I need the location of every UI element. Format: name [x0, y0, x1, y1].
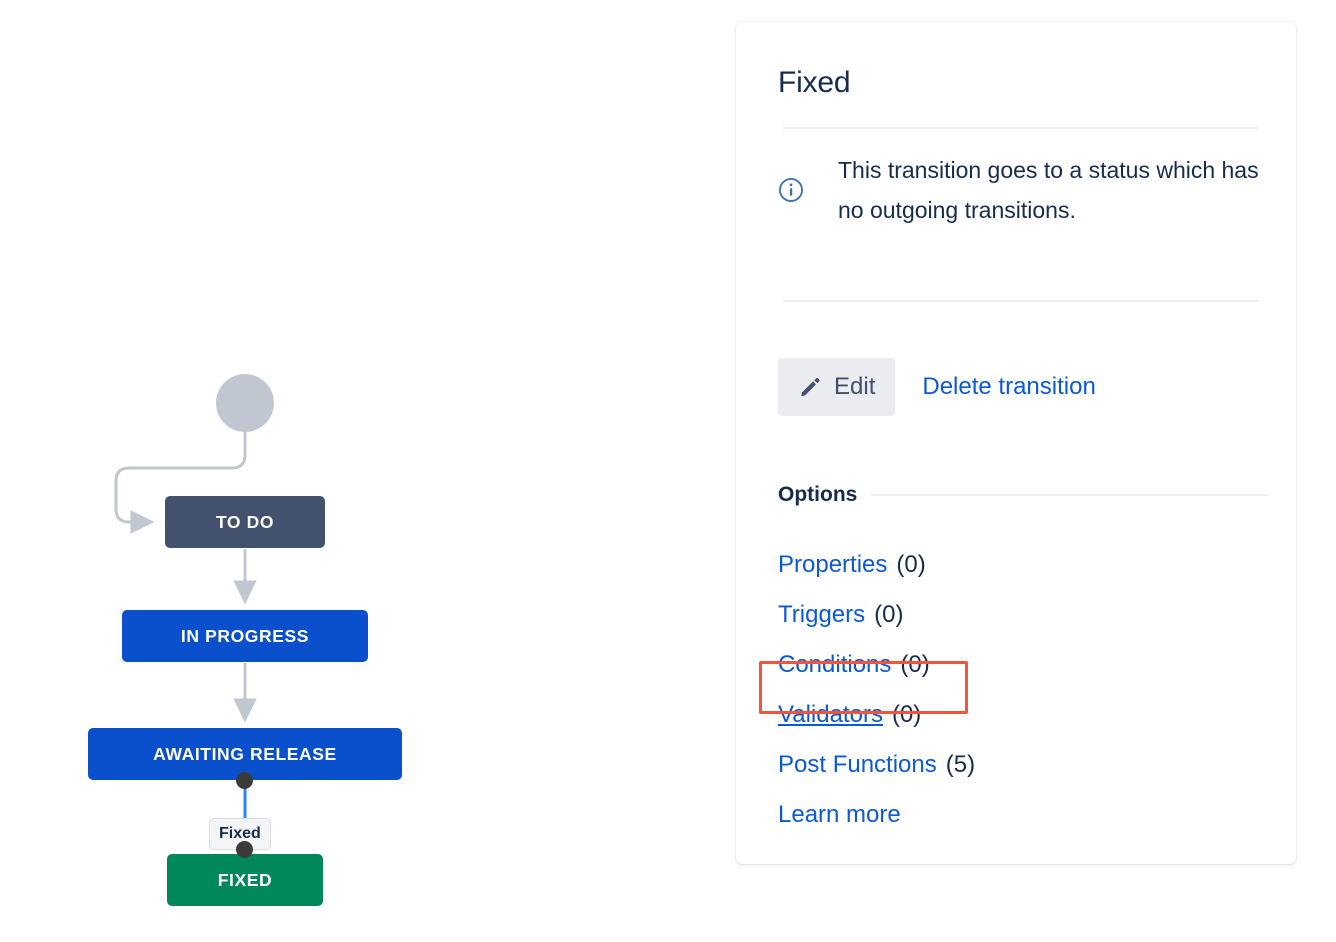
divider-top [783, 127, 1258, 129]
option-link-triggers[interactable]: Triggers [778, 601, 865, 629]
edit-button-label: Edit [834, 373, 876, 400]
delete-transition-link[interactable]: Delete transition [922, 373, 1095, 401]
page-title: Fixed [778, 66, 851, 99]
workflow-node-fixed[interactable]: FIXED [167, 854, 323, 906]
option-row-triggers: Triggers (0) [778, 590, 1248, 640]
option-link-properties[interactable]: Properties [778, 551, 887, 579]
transition-endpoint-target-handle[interactable] [236, 841, 253, 858]
option-row-post-functions: Post Functions (5) [778, 740, 1248, 790]
options-section-header: Options [778, 483, 1268, 507]
option-count-post-functions: (5) [945, 751, 976, 778]
option-row-validators: Validators (0) [778, 690, 1248, 740]
divider-bottom [783, 300, 1258, 302]
option-link-learn-more[interactable]: Learn more [778, 801, 901, 829]
options-heading: Options [778, 483, 858, 506]
pencil-icon [801, 377, 820, 397]
workflow-node-fixed-label: FIXED [217, 869, 273, 890]
option-link-validators[interactable]: Validators [778, 701, 883, 729]
workflow-connectors [114, 432, 257, 850]
option-count-properties: (0) [896, 551, 926, 578]
option-count-validators: (0) [891, 701, 922, 728]
options-list: Properties (0) Triggers (0) Conditions (… [778, 540, 1248, 840]
info-circle-icon [779, 178, 803, 202]
info-message-text: This transition goes to a status which h… [838, 157, 1259, 223]
option-row-learn-more: Learn more [778, 790, 1248, 840]
options-heading-rule [871, 494, 1268, 496]
option-row-properties: Properties (0) [778, 540, 1248, 590]
edit-button[interactable]: Edit [778, 358, 896, 416]
workflow-node-todo-label: TO DO [215, 511, 275, 532]
option-link-conditions[interactable]: Conditions [778, 651, 891, 679]
workflow-node-todo[interactable]: TO DO [165, 496, 325, 548]
info-message: This transition goes to a status which h… [778, 150, 1268, 230]
transition-actions: Edit Delete transition [778, 358, 1096, 416]
transition-endpoint-source-handle[interactable] [236, 772, 253, 789]
workflow-node-in-progress[interactable]: IN PROGRESS [122, 610, 368, 662]
workflow-node-in-progress-label: IN PROGRESS [180, 625, 310, 646]
option-link-post-functions[interactable]: Post Functions [778, 751, 937, 779]
option-count-conditions: (0) [900, 651, 930, 678]
workflow-start-node[interactable] [216, 374, 274, 432]
transition-label-chip-text: Fixed [219, 825, 261, 842]
workflow-node-awaiting-release-label: AWAITING RELEASE [153, 743, 337, 764]
transition-details-panel: Fixed This transition goes to a status w… [736, 22, 1296, 864]
workflow-diagram: TO DO IN PROGRESS AWAITING RELEASE Fixed… [0, 0, 700, 942]
option-count-triggers: (0) [874, 601, 904, 628]
option-row-conditions: Conditions (0) [778, 640, 1248, 690]
